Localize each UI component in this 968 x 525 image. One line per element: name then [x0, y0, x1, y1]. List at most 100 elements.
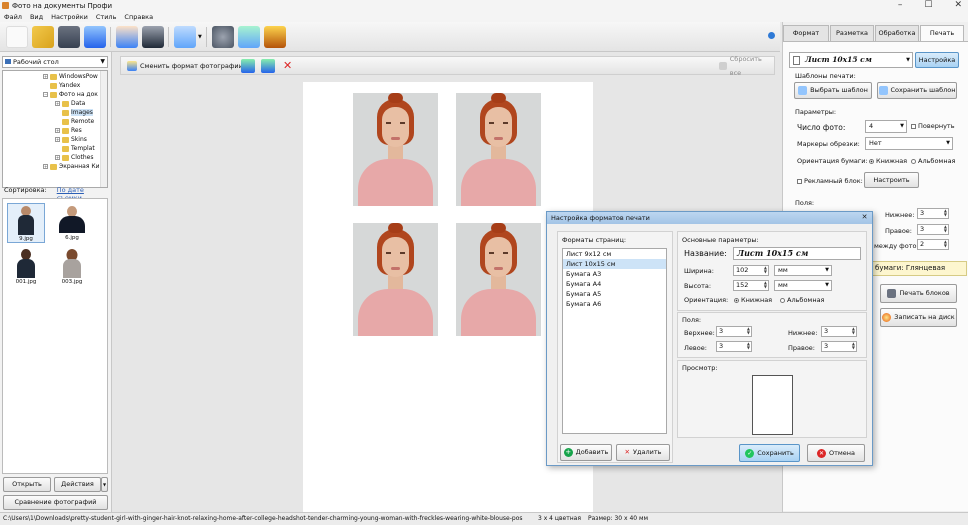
format-name-input[interactable]: Лист 10х15 см	[733, 247, 861, 260]
photo-cell[interactable]	[456, 93, 541, 206]
help-icon[interactable]	[768, 32, 775, 39]
save-template-button[interactable]: Сохранить шаблон	[877, 82, 957, 99]
tree-node[interactable]: Templat	[55, 145, 95, 152]
save-icon[interactable]	[58, 26, 80, 48]
open-button[interactable]: Открыть	[3, 477, 51, 492]
list-item[interactable]: Бумага А6	[563, 299, 666, 309]
top-field[interactable]: 3 ▲ ▼	[716, 326, 752, 337]
list-item[interactable]: Лист 9х12 см	[563, 249, 666, 259]
tree-node[interactable]: Remote	[55, 118, 94, 125]
compare-photos-button[interactable]: Сравнение фотографий	[3, 495, 108, 510]
film-reel-icon[interactable]	[212, 26, 234, 48]
right-field[interactable]: 3 ▲ ▼	[821, 341, 857, 352]
photo-cell[interactable]	[353, 223, 438, 336]
status-size: Размер: 30 x 40 мм	[588, 515, 649, 522]
ad-block-checkbox[interactable]: Рекламный блок:	[797, 177, 863, 185]
menu-view[interactable]: Вид	[30, 13, 43, 21]
tree-node-selected[interactable]: Images	[55, 109, 93, 116]
portrait-radio[interactable]: Книжная	[734, 296, 772, 304]
left-field[interactable]: 3 ▲ ▼	[716, 341, 752, 352]
height-field[interactable]: 152 ▲ ▼	[733, 280, 769, 291]
photo-cell[interactable]	[353, 93, 438, 206]
between-field[interactable]: 2 ▲ ▼	[917, 239, 949, 250]
right-field[interactable]: 3 ▲ ▼	[917, 224, 949, 235]
thumbnail-list[interactable]: 9.jpg 6.jpg 001.jpg 003.jpg	[2, 198, 108, 474]
tree-node[interactable]: − Фото на док	[43, 91, 98, 98]
minimize-button[interactable]: –	[898, 0, 903, 11]
chevron-down-icon[interactable]: ▼	[198, 34, 202, 40]
bottom-field[interactable]: 3 ▲ ▼	[821, 326, 857, 337]
write-disk-button[interactable]: Записать на диск	[880, 308, 957, 327]
dialog-close-button[interactable]: ✕	[860, 213, 869, 222]
choose-template-button[interactable]: Выбрать шаблон	[794, 82, 872, 99]
thumbnail-item[interactable]: 001.jpg	[7, 247, 45, 285]
rotate-checkbox[interactable]: Повернуть	[911, 122, 955, 130]
add-format-button[interactable]: + Добавить	[560, 444, 612, 461]
menu-style[interactable]: Стиль	[96, 13, 117, 21]
thumbnail-item[interactable]: 9.jpg	[7, 203, 45, 243]
configure-ad-button[interactable]: Настроить	[864, 172, 919, 188]
print-icon[interactable]	[84, 26, 106, 48]
tree-node[interactable]: + WindowsPow	[43, 73, 98, 80]
tab-processing[interactable]: Обработка	[875, 25, 919, 41]
photo-count-select[interactable]: 4 ▼	[865, 120, 907, 133]
new-file-icon[interactable]	[6, 26, 28, 48]
tree-vertical-scrollbar[interactable]	[100, 71, 107, 187]
portrait-radio[interactable]: Книжная	[869, 157, 907, 165]
left-label: Левое:	[684, 344, 707, 352]
bottom-label: Нижнее:	[885, 211, 915, 219]
thumbnail-item[interactable]: 6.jpg	[53, 203, 91, 241]
rotate-left-icon[interactable]	[241, 59, 255, 73]
camera-icon[interactable]	[142, 26, 164, 48]
width-field[interactable]: 102 ▲ ▼	[733, 265, 769, 276]
actions-dropdown[interactable]: ▼	[101, 477, 108, 492]
person-photo-icon[interactable]	[116, 26, 138, 48]
package-icon[interactable]	[264, 26, 286, 48]
thumbnail-item[interactable]: 003.jpg	[53, 247, 91, 285]
folder-select[interactable]: Рабочий стол ▼	[2, 56, 108, 68]
height-unit-select[interactable]: мм ▼	[774, 280, 832, 291]
tab-format[interactable]: Формат	[783, 25, 829, 41]
tree-node[interactable]: + Data	[55, 100, 85, 107]
tree-node[interactable]: + Экранная Ки	[43, 163, 100, 170]
menu-help[interactable]: Справка	[124, 13, 153, 21]
list-item[interactable]: Бумага А3	[563, 269, 666, 279]
print-blocks-button[interactable]: Печать блоков	[880, 284, 957, 303]
open-folder-icon[interactable]	[32, 26, 54, 48]
change-format-button[interactable]: Сменить формат фотографии	[127, 59, 243, 73]
tree-node[interactable]: Yandex	[43, 82, 80, 89]
close-window-button[interactable]: ✕	[954, 0, 962, 11]
width-unit-select[interactable]: мм ▼	[774, 265, 832, 276]
save-format-button[interactable]: ✓ Сохранить	[739, 444, 800, 462]
list-item[interactable]: Бумага А5	[563, 289, 666, 299]
bottom-field[interactable]: 3 ▲ ▼	[917, 208, 949, 219]
cancel-button[interactable]: ✕ Отмена	[807, 444, 865, 462]
delete-format-button[interactable]: ✕ Удалить	[616, 444, 670, 461]
globe-icon[interactable]	[238, 26, 260, 48]
menu-file[interactable]: Файл	[4, 13, 22, 21]
delete-icon[interactable]: ✕	[283, 59, 295, 73]
settings-button[interactable]: Настройка	[915, 52, 959, 68]
tab-layout[interactable]: Разметка	[830, 25, 874, 41]
maximize-button[interactable]: ☐	[924, 0, 932, 11]
landscape-radio[interactable]: Альбомная	[911, 157, 955, 165]
formats-list[interactable]: Лист 9х12 см Лист 10х15 см Бумага А3 Бум…	[562, 248, 667, 434]
folder-tree[interactable]: + WindowsPow Yandex − Фото на док + Data Im…	[2, 70, 108, 188]
tab-print[interactable]: Печать	[920, 25, 964, 41]
reset-all-button[interactable]: Сбросить все	[719, 55, 774, 77]
folder-icon	[62, 118, 69, 125]
tree-node[interactable]: + Skins	[55, 136, 87, 143]
list-item[interactable]: Бумага А4	[563, 279, 666, 289]
landscape-radio[interactable]: Альбомная	[780, 296, 824, 304]
actions-button[interactable]: Действия	[54, 477, 101, 492]
tree-node[interactable]: + Clothes	[55, 154, 94, 161]
tree-node[interactable]: + Res	[55, 127, 82, 134]
crop-markers-select[interactable]: Нет ▼	[865, 137, 953, 150]
folder-icon	[50, 82, 57, 89]
menu-settings[interactable]: Настройки	[51, 13, 88, 21]
photo-cell[interactable]	[456, 223, 541, 336]
rotate-right-icon[interactable]	[261, 59, 275, 73]
image-edit-icon[interactable]	[174, 26, 196, 48]
list-item[interactable]: Лист 10х15 см	[563, 259, 666, 269]
paper-select[interactable]: Лист 10х15 см ▼	[789, 52, 913, 68]
